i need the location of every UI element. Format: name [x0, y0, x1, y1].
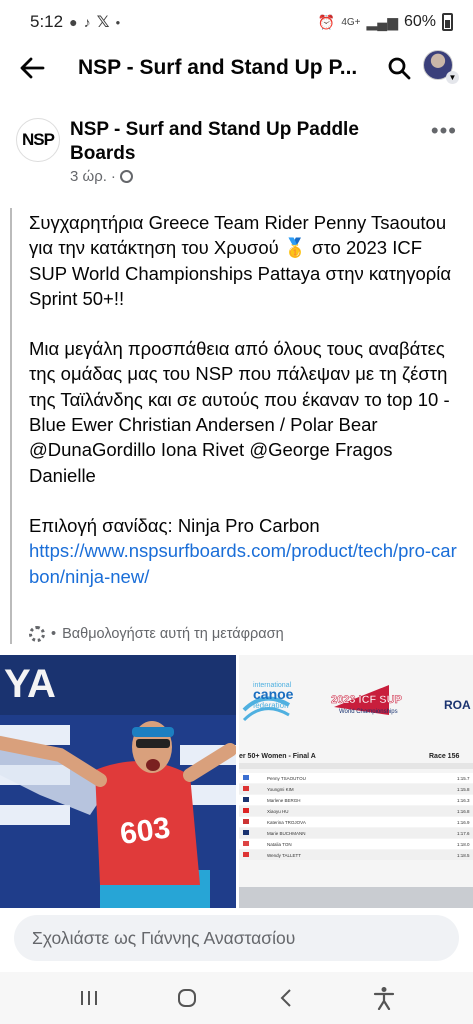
signal-icon: ▂▄▆ — [366, 13, 398, 30]
rate-translation-row[interactable]: • Βαθμολογήστε αυτή τη μετάφραση — [29, 626, 284, 642]
chevron-down-icon: ▼ — [446, 71, 459, 84]
back-button[interactable] — [14, 50, 50, 86]
svg-text:canoe: canoe — [253, 686, 294, 702]
system-back-button[interactable] — [266, 978, 306, 1018]
svg-text:Katerina TROJOVA: Katerina TROJOVA — [267, 820, 306, 825]
post-paragraph-2: Μια μεγάλη προσπάθεια από όλους τους ανα… — [29, 338, 450, 486]
accessibility-icon — [373, 987, 394, 1010]
back-icon — [280, 989, 291, 1007]
rate-translation-label: Βαθμολογήστε αυτή τη μετάφραση — [62, 626, 284, 642]
svg-text:Penny TSAOUTOU: Penny TSAOUTOU — [267, 776, 306, 781]
recents-button[interactable] — [69, 978, 109, 1018]
page-avatar-logo: NSP — [22, 130, 55, 149]
system-nav-bar — [0, 972, 473, 1024]
svg-text:Marie BUCHMANN: Marie BUCHMANN — [267, 831, 306, 836]
translation-rule — [10, 208, 12, 644]
page-title: NSP - Surf and Stand Up P... — [78, 56, 358, 79]
results-photo-drawing: international canoe federation 2023 ICF … — [239, 655, 473, 908]
more-icon[interactable]: ••• — [431, 118, 457, 144]
back-arrow-icon — [20, 57, 45, 79]
photo-results[interactable]: international canoe federation 2023 ICF … — [239, 655, 473, 908]
gear-icon — [29, 626, 45, 642]
post-meta: 3 ώρ. · — [70, 168, 133, 185]
x-icon: 𝕏 — [96, 14, 110, 31]
svg-text:Wendy TALLETT: Wendy TALLETT — [267, 853, 301, 858]
alarm-icon: ⏰ — [317, 13, 336, 30]
home-button[interactable] — [167, 978, 207, 1018]
battery-percent: 60% — [403, 13, 436, 30]
svg-text:Race 156: Race 156 — [429, 753, 459, 760]
svg-text:1:18.5: 1:18.5 — [457, 853, 470, 858]
globe-icon — [119, 170, 133, 183]
dot-icon: ● — [115, 17, 121, 27]
photo-athlete[interactable]: YA 603 — [0, 655, 236, 908]
post-time[interactable]: 3 ώρ. — [70, 168, 107, 185]
svg-text:Youngmi KIM: Youngmi KIM — [267, 787, 294, 792]
comment-input[interactable]: Σχολιάστε ως Γιάννης Αναστασίου — [14, 915, 459, 961]
comment-placeholder: Σχολιάστε ως Γιάννης Αναστασίου — [32, 927, 296, 948]
svg-text:2023 ICF SUP: 2023 ICF SUP — [331, 694, 402, 706]
athlete-photo-drawing: YA 603 — [0, 655, 236, 908]
accessibility-button[interactable] — [364, 978, 404, 1018]
search-button[interactable] — [381, 50, 417, 86]
svg-text:1:16.3: 1:16.3 — [457, 798, 470, 803]
status-bar: 5:12 ● ♪ 𝕏 ● ⏰ 4G+ ▂▄▆ 60% — [0, 0, 473, 44]
page-avatar[interactable]: NSP — [16, 118, 60, 162]
svg-text:er 50+ Women - Final A: er 50+ Women - Final A — [239, 753, 316, 760]
svg-text:1:18.0: 1:18.0 — [457, 842, 470, 847]
svg-text:Marlene BERGH: Marlene BERGH — [267, 798, 301, 803]
svg-text:1:15.8: 1:15.8 — [457, 787, 470, 792]
svg-text:1:15.7: 1:15.7 — [457, 776, 470, 781]
svg-text:Natalia TON: Natalia TON — [267, 842, 292, 847]
search-icon — [388, 57, 411, 80]
board-line: Επιλογή σανίδας: Ninja Pro Carbon — [29, 514, 320, 536]
battery-icon — [442, 13, 453, 31]
svg-text:1:17.6: 1:17.6 — [457, 831, 470, 836]
messenger-icon: ● — [69, 14, 78, 30]
svg-text:World Championships: World Championships — [339, 709, 398, 715]
svg-text:1:16.9: 1:16.9 — [457, 820, 470, 825]
profile-button[interactable]: ▼ — [423, 50, 459, 86]
post-photos: YA 603 international canoe federation 20… — [0, 655, 473, 908]
post-header: NSP NSP - Surf and Stand Up Paddle Board… — [0, 112, 473, 192]
network-label: 4G+ — [341, 16, 361, 28]
post-text: Συγχαρητήρια Greece Team Rider Penny Tsa… — [29, 210, 457, 589]
post-paragraph-1: Συγχαρητήρια Greece Team Rider Penny Tsa… — [29, 212, 452, 309]
status-time: 5:12 — [30, 12, 64, 31]
app-header: NSP - Surf and Stand Up P... ▼ — [0, 44, 473, 92]
page-name-link[interactable]: NSP - Surf and Stand Up Paddle Boards — [70, 118, 400, 166]
meta-separator: · — [110, 168, 116, 185]
tiktok-icon: ♪ — [83, 14, 91, 30]
rate-separator: • — [51, 626, 57, 642]
svg-text:603: 603 — [118, 811, 172, 851]
svg-text:federation: federation — [253, 701, 289, 710]
svg-text:YA: YA — [4, 662, 56, 706]
svg-text:Xiaoyu HU: Xiaoyu HU — [267, 809, 289, 814]
svg-text:1:16.8: 1:16.8 — [457, 809, 470, 814]
product-link[interactable]: https://www.nspsurfboards.com/product/te… — [29, 540, 457, 586]
home-icon — [178, 989, 197, 1007]
svg-text:ROA: ROA — [444, 698, 471, 712]
recents-icon — [81, 991, 98, 1005]
